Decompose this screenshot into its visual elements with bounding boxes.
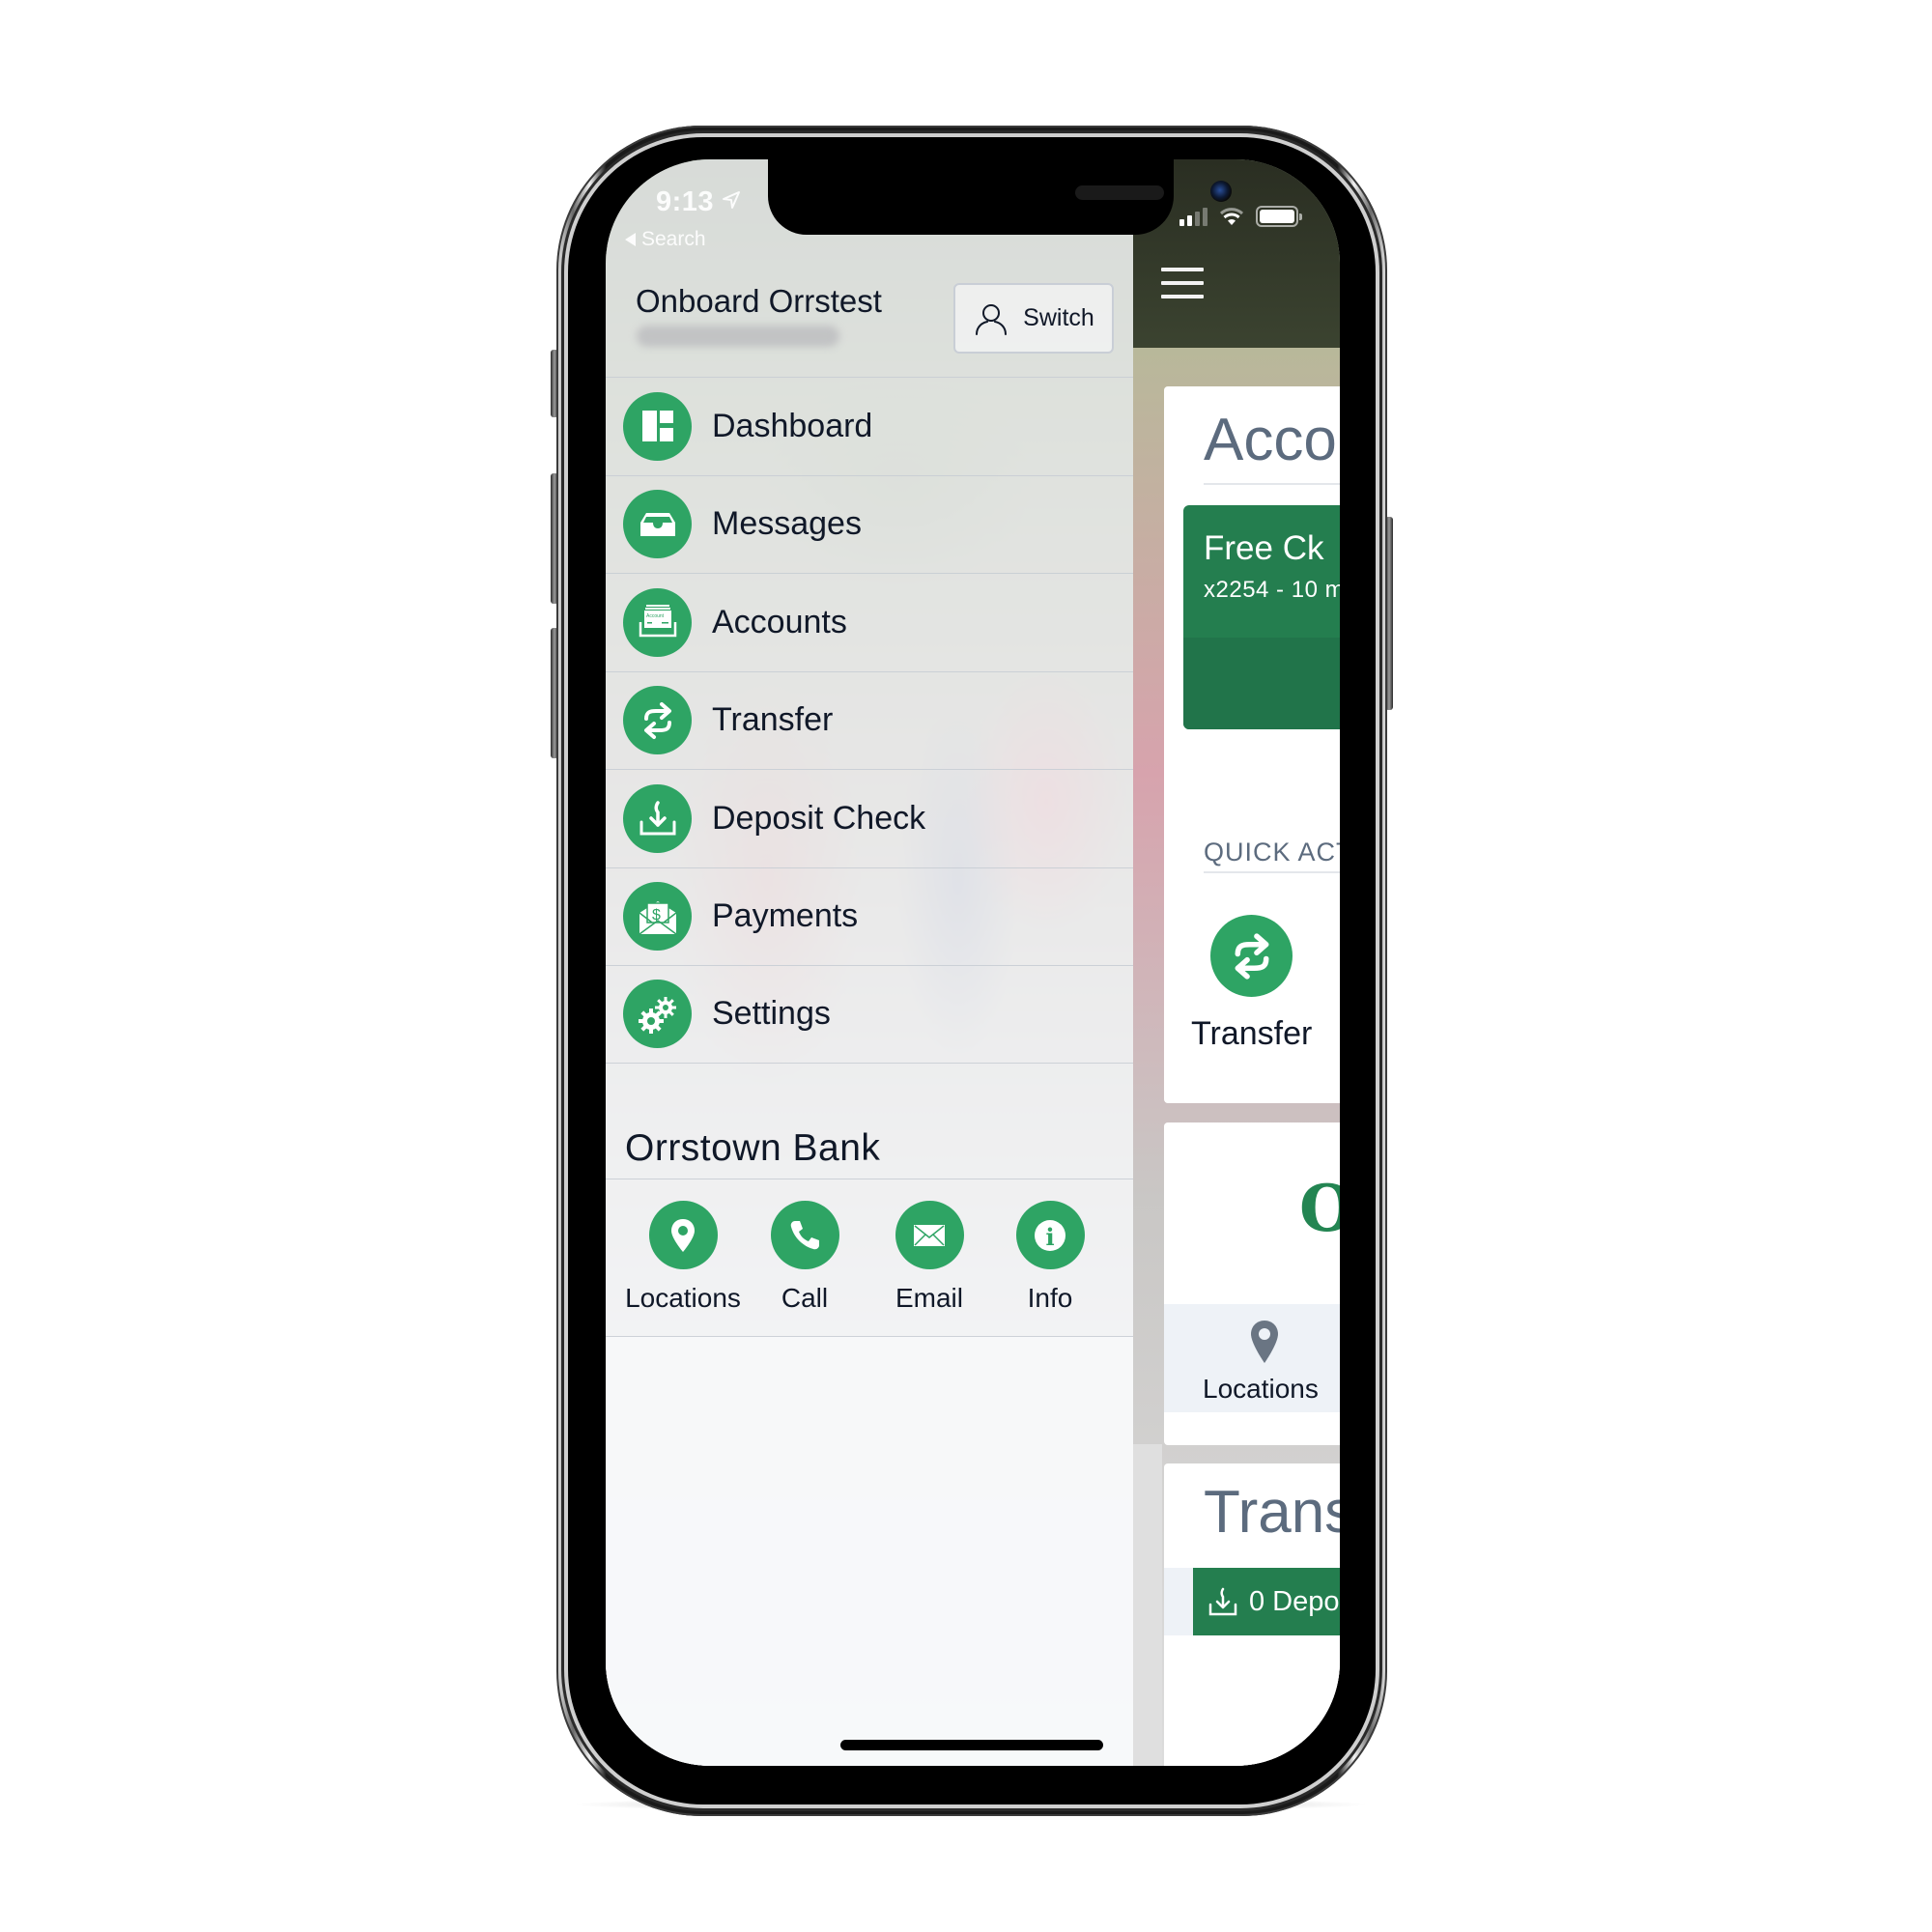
user-account-number-blurred <box>637 326 839 347</box>
transactions-card: Transa 0 Depo <box>1164 1463 1340 1766</box>
contact-info-button[interactable]: i Info <box>1011 1201 1089 1314</box>
accounts-card: Accou Free Ck x2254 - 10 m QUICK ACT Tra… <box>1164 386 1340 1103</box>
location-arrow-icon <box>723 191 740 209</box>
transfer-icon <box>1235 932 1268 980</box>
phone-icon <box>770 1201 839 1269</box>
contact-label: Call <box>781 1283 829 1313</box>
payments-icon: $ <box>623 882 692 952</box>
menu-item-payments[interactable]: $ Payments <box>606 867 1133 966</box>
account-name: Free Ck <box>1204 529 1324 567</box>
contact-label: Email <box>895 1283 963 1313</box>
map-pin-icon <box>1251 1321 1278 1363</box>
quick-action-transfer-button[interactable] <box>1210 915 1293 997</box>
back-arrow-icon <box>625 233 636 246</box>
accounts-icon: Account <box>623 587 692 657</box>
menu-label: Deposit Check <box>712 799 926 837</box>
main-gutter <box>1133 1444 1162 1766</box>
inbox-icon <box>623 490 692 559</box>
menu-label: Settings <box>712 995 831 1033</box>
bank-locations-label: Locations <box>1203 1374 1319 1404</box>
dashboard-icon <box>623 391 692 461</box>
svg-text:Account: Account <box>646 613 665 619</box>
user-icon <box>976 303 1008 335</box>
back-label: Search <box>641 228 706 250</box>
menu-label: Messages <box>712 505 862 543</box>
transfer-icon <box>623 686 692 755</box>
phone-screen: Accou Free Ck x2254 - 10 m QUICK ACT Tra… <box>606 159 1340 1766</box>
bank-locations-button[interactable]: Locations <box>1164 1304 1340 1412</box>
user-name: Onboard Orrstest <box>636 283 882 319</box>
earpiece-speaker <box>1075 185 1164 200</box>
menu-item-deposit-check[interactable]: Deposit Check <box>606 769 1133 867</box>
accounts-divider <box>1204 483 1340 485</box>
transactions-heading: Transa <box>1204 1479 1340 1546</box>
map-pin-icon <box>648 1201 718 1269</box>
account-tile-footer <box>1183 638 1340 729</box>
menu-label: Accounts <box>712 603 847 640</box>
contact-call-button[interactable]: Call <box>766 1201 843 1314</box>
device-mockup: Accou Free Ck x2254 - 10 m QUICK ACT Tra… <box>0 0 1932 1932</box>
cellular-signal-icon <box>1179 207 1208 226</box>
contact-locations-button[interactable]: Locations <box>625 1201 741 1314</box>
contact-label: Info <box>1027 1283 1073 1313</box>
menu-label: Payments <box>712 897 859 935</box>
device-notch <box>768 159 1232 235</box>
wifi-icon <box>1219 208 1244 225</box>
menu-item-transfer[interactable]: Transfer <box>606 670 1133 770</box>
switch-label: Switch <box>1023 304 1094 331</box>
deposits-label: 0 Depo <box>1249 1585 1340 1617</box>
menu-item-messages[interactable]: Messages <box>606 474 1133 574</box>
menu-label: Transfer <box>712 701 834 739</box>
svg-text:i: i <box>1046 1223 1055 1251</box>
contact-label: Locations <box>625 1283 741 1313</box>
side-drawer-empty-area <box>606 1336 1133 1766</box>
back-to-search-link[interactable]: Search <box>625 228 706 251</box>
quick-action-transfer-label: Transfer <box>1191 1015 1313 1052</box>
accounts-heading: Accou <box>1204 407 1340 473</box>
info-icon: i <box>1015 1201 1085 1269</box>
battery-icon <box>1256 206 1302 227</box>
bank-name-heading: Orrstown Bank <box>625 1127 881 1169</box>
status-time: 9:13 <box>656 186 715 217</box>
deposits-button[interactable]: 0 Depo <box>1193 1568 1340 1635</box>
deposit-icon <box>1208 1587 1237 1616</box>
drawer-menu: Dashboard Messages Account Accounts Tran… <box>606 377 1133 1064</box>
menu-item-accounts[interactable]: Account Accounts <box>606 573 1133 671</box>
menu-item-settings[interactable]: Settings <box>606 965 1133 1064</box>
deposit-icon <box>623 783 692 853</box>
envelope-icon <box>895 1201 964 1269</box>
status-indicators <box>1179 206 1302 227</box>
menu-item-dashboard[interactable]: Dashboard <box>606 377 1133 475</box>
account-tile[interactable]: Free Ck x2254 - 10 m <box>1183 505 1340 729</box>
switch-user-button[interactable]: Switch <box>953 283 1114 354</box>
home-indicator[interactable] <box>840 1740 1103 1750</box>
bank-logo: O <box>1299 1171 1340 1246</box>
quick-actions-divider <box>1204 871 1340 873</box>
bank-card: O Locations <box>1164 1122 1340 1445</box>
gears-icon <box>623 980 692 1049</box>
menu-label: Dashboard <box>712 407 873 444</box>
hamburger-menu-icon[interactable] <box>1161 268 1204 298</box>
front-camera <box>1210 181 1232 202</box>
contacts-divider <box>606 1336 1133 1337</box>
account-detail: x2254 - 10 m <box>1204 577 1340 603</box>
contact-email-button[interactable]: Email <box>886 1201 973 1314</box>
quick-actions-heading: QUICK ACT <box>1204 838 1340 867</box>
